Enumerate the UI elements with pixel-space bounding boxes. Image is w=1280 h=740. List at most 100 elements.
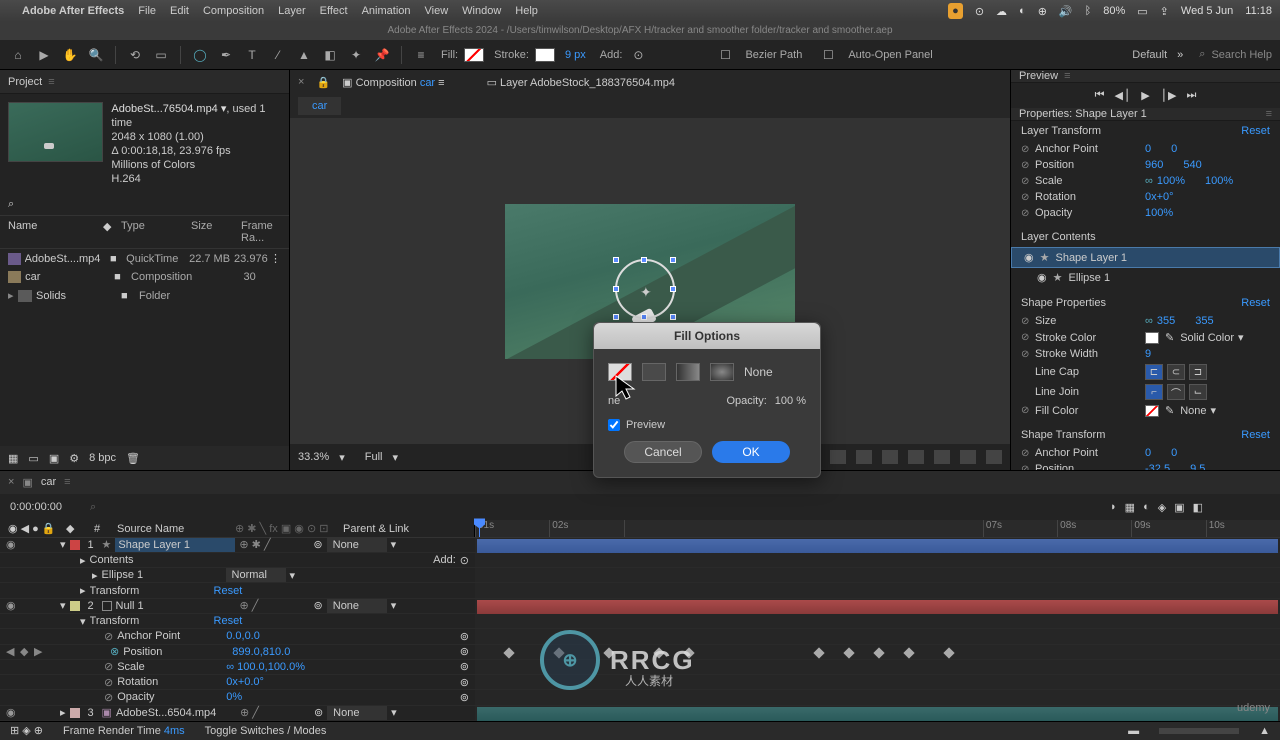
snapshot-icon[interactable] bbox=[986, 450, 1002, 464]
guides-icon[interactable] bbox=[856, 450, 872, 464]
tl-parent-header[interactable]: Parent & Link bbox=[343, 523, 423, 535]
keyframe[interactable] bbox=[843, 647, 854, 658]
col-size[interactable]: Size bbox=[191, 220, 241, 244]
menu-help[interactable]: Help bbox=[515, 5, 538, 17]
new-folder-icon[interactable]: ▭ bbox=[28, 452, 38, 465]
kf-add-icon[interactable]: ◆ bbox=[20, 645, 30, 658]
tl-opacity[interactable]: ⊘Opacity0%⊚ bbox=[0, 690, 1280, 705]
status2-icon[interactable]: ◐ bbox=[1019, 5, 1026, 17]
stopwatch-icon[interactable]: ⊘ bbox=[104, 676, 113, 689]
hand-tool-icon[interactable]: ✋ bbox=[60, 45, 80, 65]
record-icon[interactable]: ● bbox=[948, 3, 963, 19]
disclosure-icon[interactable]: ▾ bbox=[60, 599, 66, 612]
reset-link[interactable]: Reset bbox=[214, 615, 243, 627]
pickwhip-icon[interactable]: ⊚ bbox=[460, 660, 469, 673]
anchor-y[interactable]: 0 bbox=[1171, 143, 1177, 155]
switches[interactable]: ⊕ ╱ bbox=[240, 706, 310, 719]
ok-button[interactable]: OK bbox=[712, 441, 790, 463]
res-dropdown[interactable]: Full bbox=[365, 451, 383, 463]
tl-ellipse[interactable]: ▸Ellipse 1Normal▾ bbox=[0, 568, 1280, 583]
tag-yellow-icon[interactable]: ■ bbox=[114, 271, 121, 283]
bezier-check-icon[interactable]: ☐ bbox=[715, 45, 735, 65]
project-row-video[interactable]: AdobeSt....mp4 ■ QuickTime 22.7 MB 23.97… bbox=[0, 249, 289, 268]
toggle-switches-button[interactable]: Toggle Switches / Modes bbox=[205, 725, 327, 737]
trash-icon[interactable]: 🗑 bbox=[126, 452, 140, 465]
col-type[interactable]: Type bbox=[121, 220, 191, 244]
prop-val[interactable]: 0.0,0.0 bbox=[226, 630, 260, 642]
layer-bar[interactable] bbox=[477, 539, 1278, 553]
vis-icon[interactable]: ◉ bbox=[1024, 251, 1034, 264]
parent-dropdown[interactable]: None bbox=[327, 538, 387, 552]
add-menu-icon[interactable]: ⊙ bbox=[460, 554, 469, 567]
tl-shy-icon[interactable]: ◗ bbox=[1110, 501, 1117, 514]
panel-menu-icon[interactable]: ≡ bbox=[1266, 108, 1272, 120]
autoopen-label[interactable]: Auto-Open Panel bbox=[848, 49, 932, 61]
pickwhip-icon[interactable]: ⊚ bbox=[460, 645, 469, 658]
new-comp-icon[interactable]: ▣ bbox=[49, 452, 59, 465]
handle-tr[interactable] bbox=[670, 257, 676, 263]
align-icon[interactable]: ≡ bbox=[411, 45, 431, 65]
selection-tool-icon[interactable]: ▶ bbox=[34, 45, 54, 65]
cap-butt-icon[interactable]: ⊏ bbox=[1145, 364, 1163, 380]
reset-button[interactable]: Reset bbox=[1241, 429, 1270, 441]
cap-round-icon[interactable]: ⊂ bbox=[1167, 364, 1185, 380]
tl-graph-icon[interactable]: ◈ bbox=[1158, 501, 1166, 514]
layer-bar[interactable] bbox=[477, 707, 1278, 721]
stopwatch-icon[interactable]: ⊘ bbox=[1021, 349, 1035, 360]
disclosure-icon[interactable]: ▸ bbox=[80, 554, 86, 567]
tl-frame-blend-icon[interactable]: ▦ bbox=[1125, 501, 1135, 514]
stopwatch-icon[interactable]: ⊘ bbox=[104, 691, 113, 704]
pickwhip-icon[interactable]: ⊚ bbox=[460, 691, 469, 704]
stp-x[interactable]: -32.5 bbox=[1145, 463, 1170, 470]
dropdown-arrow-icon[interactable]: ▾ bbox=[391, 706, 397, 719]
size-y[interactable]: 355 bbox=[1195, 315, 1213, 327]
workspace-menu-icon[interactable]: » bbox=[1177, 49, 1183, 61]
stopwatch-icon[interactable]: ⊘ bbox=[1021, 208, 1035, 219]
content-shape-layer[interactable]: ◉★Shape Layer 1 bbox=[1011, 247, 1280, 268]
tl-contents[interactable]: ▸ContentsAdd:⊙ bbox=[0, 553, 1280, 568]
label-color[interactable] bbox=[70, 708, 80, 718]
tl-transform-1[interactable]: ▸TransformReset bbox=[0, 583, 1280, 598]
vis-toggle[interactable]: ◉ bbox=[6, 706, 18, 719]
timecode[interactable]: 0:00:00:00 bbox=[10, 501, 62, 513]
parent-dropdown[interactable]: None bbox=[327, 599, 387, 613]
bluetooth-icon[interactable]: ᛒ bbox=[1085, 5, 1092, 17]
link-icon[interactable]: ∞ bbox=[1145, 315, 1153, 327]
project-panel-title[interactable]: Project bbox=[8, 76, 42, 88]
menu-animation[interactable]: Animation bbox=[362, 5, 411, 17]
reset-button[interactable]: Reset bbox=[1241, 125, 1270, 137]
prop-val[interactable]: 0% bbox=[226, 691, 242, 703]
shape-tool-icon[interactable]: ◯ bbox=[190, 45, 210, 65]
tab-composition[interactable]: ▣ Composition car ≡ bbox=[342, 76, 444, 89]
battery-icon[interactable]: ▭ bbox=[1137, 5, 1147, 18]
menu-edit[interactable]: Edit bbox=[170, 5, 189, 17]
preview-label[interactable]: Preview bbox=[626, 419, 665, 431]
shape-properties-header[interactable]: Shape Properties bbox=[1021, 297, 1106, 309]
pickwhip-icon[interactable]: ⊚ bbox=[314, 706, 323, 719]
project-thumbnail[interactable] bbox=[8, 102, 103, 162]
mask-icon[interactable] bbox=[882, 450, 898, 464]
join-miter-icon[interactable]: ⌐ bbox=[1145, 384, 1163, 400]
stamp-tool-icon[interactable]: ▲ bbox=[294, 45, 314, 65]
menubar-time[interactable]: 11:18 bbox=[1245, 5, 1272, 17]
panel-menu-icon[interactable]: ≡ bbox=[48, 76, 54, 88]
rect-tool-icon[interactable]: ▭ bbox=[151, 45, 171, 65]
rotation-val[interactable]: 0x+0° bbox=[1145, 191, 1174, 203]
dropdown-arrow-icon[interactable]: ▾ bbox=[391, 538, 397, 551]
handle-bl[interactable] bbox=[613, 314, 619, 320]
time-ruler[interactable]: 01s 02s 07s 08s 09s 10s bbox=[475, 520, 1280, 536]
next-frame-icon[interactable]: ⎪▶ bbox=[1160, 89, 1177, 102]
tl-markers-icon[interactable]: ◧ bbox=[1193, 501, 1203, 514]
join-round-icon[interactable]: ⌒ bbox=[1167, 384, 1185, 400]
vis-toggle[interactable]: ◉ bbox=[6, 538, 18, 551]
handle-tc[interactable] bbox=[641, 257, 647, 263]
disclosure-icon[interactable]: ▸ bbox=[60, 706, 66, 719]
prev-frame-icon[interactable]: ◀⎪ bbox=[1115, 89, 1132, 102]
tl-close-icon[interactable]: × bbox=[8, 476, 14, 488]
stopwatch-icon[interactable]: ⊗ bbox=[110, 645, 119, 658]
col-name[interactable]: Name bbox=[8, 220, 103, 244]
tl-layer-1[interactable]: ◉▾1★Shape Layer 1⊕ ✱ ╱⊚None▾ bbox=[0, 538, 1280, 553]
panel-menu-icon[interactable]: ≡ bbox=[1064, 70, 1070, 82]
breadcrumb-comp[interactable]: car bbox=[298, 97, 341, 115]
row-menu-icon[interactable]: ⋮ bbox=[270, 252, 281, 265]
